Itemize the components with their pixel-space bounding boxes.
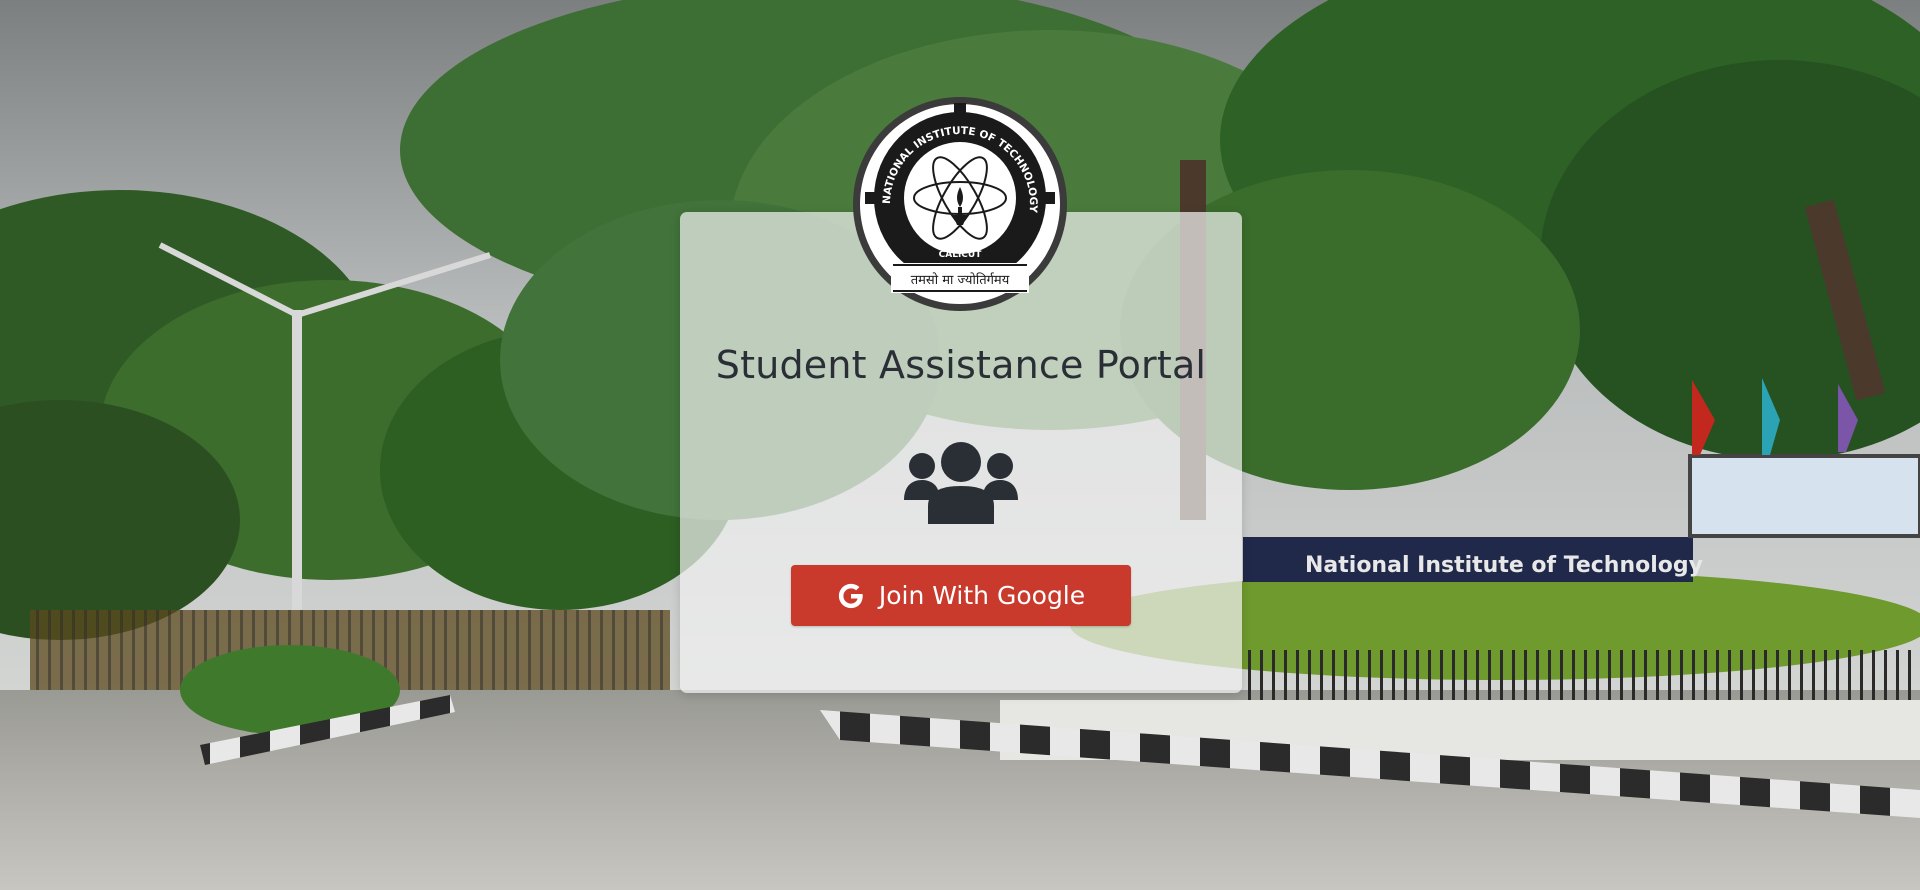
join-with-google-button[interactable]: Join With Google <box>791 565 1131 626</box>
logo-motto-text: तमसो मा ज्योतिर्गमय <box>911 272 1010 288</box>
institute-logo: NATIONAL INSTITUTE OF TECHNOLOGY CALICUT… <box>853 97 1067 311</box>
logo-city-text: CALICUT <box>939 250 983 260</box>
campus-signboard-text: National Institute of Technology <box>1305 553 1703 578</box>
google-icon <box>838 583 863 608</box>
users-icon <box>904 442 1018 524</box>
login-page: National Institute of Technology NATIONA… <box>0 0 1920 890</box>
join-with-google-label: Join With Google <box>878 581 1086 610</box>
page-title: Student Assistance Portal <box>715 343 1207 387</box>
nitc-logo-icon: NATIONAL INSTITUTE OF TECHNOLOGY CALICUT… <box>860 103 1060 304</box>
